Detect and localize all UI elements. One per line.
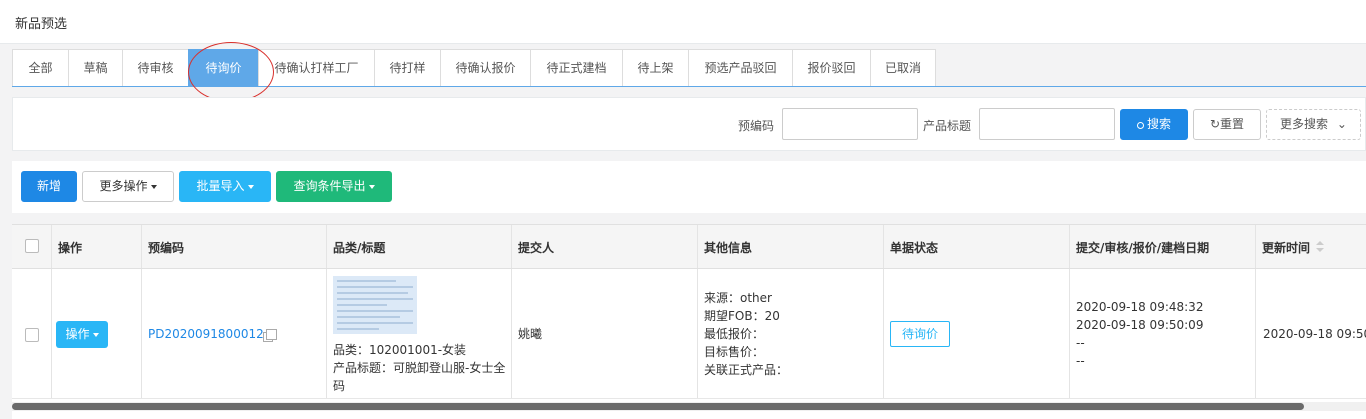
header-op: 操作	[58, 241, 83, 255]
status-tabs: 全部 草稿 待审核 待询价 待确认打样工厂 待打样 待确认报价 待正式建档 待上…	[12, 49, 936, 87]
row-date-submitted: 2020-09-18 09:48:32	[1076, 300, 1204, 314]
tabs-underline	[12, 86, 1366, 87]
status-badge: 待询价	[890, 321, 950, 347]
header-category: 品类/标题	[333, 241, 386, 255]
header-updated: 更新时间	[1262, 241, 1311, 255]
select-all-checkbox[interactable]	[25, 239, 39, 253]
search-panel: 预编码 产品标题 搜索 ↻重置 更多搜索 ⌄	[12, 97, 1366, 151]
caret-down-icon	[368, 184, 375, 189]
caret-down-icon	[247, 184, 254, 189]
header-code: 预编码	[148, 241, 185, 255]
batch-import-button[interactable]: 批量导入	[179, 171, 271, 202]
row-category: 品类：102001001-女装	[333, 343, 467, 357]
tab-draft[interactable]: 草稿	[68, 49, 122, 87]
tab-pending-archive[interactable]: 待正式建档	[530, 49, 622, 87]
chevron-down-icon: ⌄	[1336, 117, 1347, 131]
header-dates: 提交/审核/报价/建档日期	[1076, 241, 1210, 255]
row-fob: 期望FOB：20	[704, 309, 780, 323]
row-submitter: 姚曦	[518, 327, 543, 341]
row-linked-product: 关联正式产品：	[704, 363, 789, 377]
header-other: 其他信息	[704, 241, 753, 255]
copy-icon[interactable]	[263, 329, 277, 342]
page-title: 新品预选	[15, 17, 68, 32]
page-header: 新品预选	[0, 0, 1366, 44]
row-title-line1: 产品标题：可脱卸登山服-女士全	[333, 361, 506, 375]
refresh-icon: ↻	[1209, 117, 1221, 131]
code-label: 预编码	[738, 119, 775, 133]
row-checkbox[interactable]	[25, 328, 39, 342]
tab-pending-listing[interactable]: 待上架	[622, 49, 688, 87]
caret-down-icon	[92, 332, 99, 337]
title-input[interactable]	[979, 108, 1115, 140]
row-code-link[interactable]: PD2020091800012	[148, 327, 264, 341]
table-row: 操作 PD2020091800012 品类：102001001-女装 产品标题：…	[12, 269, 1366, 399]
search-icon	[1136, 122, 1144, 129]
header-submitter: 提交人	[518, 241, 555, 255]
tab-all[interactable]: 全部	[12, 49, 68, 87]
row-min-quote: 最低报价：	[704, 327, 765, 341]
tab-quote-rejected[interactable]: 报价驳回	[792, 49, 870, 87]
tab-confirm-quote[interactable]: 待确认报价	[440, 49, 530, 87]
export-button[interactable]: 查询条件导出	[276, 171, 392, 202]
search-button[interactable]: 搜索	[1120, 109, 1188, 140]
scrollbar-thumb[interactable]	[12, 403, 1304, 410]
tab-pending-inquiry[interactable]: 待询价	[188, 49, 258, 87]
row-date-quoted: --	[1076, 336, 1085, 350]
row-updated-time: 2020-09-18 09:50:0	[1263, 327, 1366, 341]
data-table: 操作 预编码 品类/标题 提交人 其他信息 单据状态 提交/审核/报价/建档日期…	[12, 224, 1366, 419]
row-op-button[interactable]: 操作	[56, 321, 108, 348]
title-label: 产品标题	[923, 119, 972, 133]
tab-pending-sample[interactable]: 待打样	[374, 49, 440, 87]
tab-confirm-sample-factory[interactable]: 待确认打样工厂	[258, 49, 374, 87]
header-updated-cell[interactable]: 更新时间	[1256, 225, 1366, 268]
row-title-line2: 码	[333, 379, 346, 393]
product-thumbnail[interactable]	[333, 276, 417, 334]
more-actions-button[interactable]: 更多操作	[82, 171, 174, 202]
row-date-reviewed: 2020-09-18 09:50:09	[1076, 318, 1204, 332]
more-search-button[interactable]: 更多搜索 ⌄	[1266, 109, 1361, 140]
sort-icon[interactable]	[1316, 241, 1324, 253]
row-target-price: 目标售价：	[704, 345, 765, 359]
action-toolbar: 新增 更多操作 批量导入 查询条件导出	[12, 161, 1366, 213]
tab-cancelled[interactable]: 已取消	[870, 49, 936, 87]
row-source: 来源：other	[704, 291, 772, 305]
tab-pending-review[interactable]: 待审核	[122, 49, 188, 87]
code-input[interactable]	[782, 108, 918, 140]
table-header: 操作 预编码 品类/标题 提交人 其他信息 单据状态 提交/审核/报价/建档日期…	[12, 224, 1366, 269]
header-status: 单据状态	[890, 241, 939, 255]
add-button[interactable]: 新增	[21, 171, 77, 202]
reset-button[interactable]: ↻重置	[1193, 109, 1261, 140]
tab-preselect-rejected[interactable]: 预选产品驳回	[688, 49, 792, 87]
horizontal-scrollbar[interactable]	[12, 402, 1366, 411]
caret-down-icon	[150, 184, 157, 189]
row-date-archived: --	[1076, 354, 1085, 368]
